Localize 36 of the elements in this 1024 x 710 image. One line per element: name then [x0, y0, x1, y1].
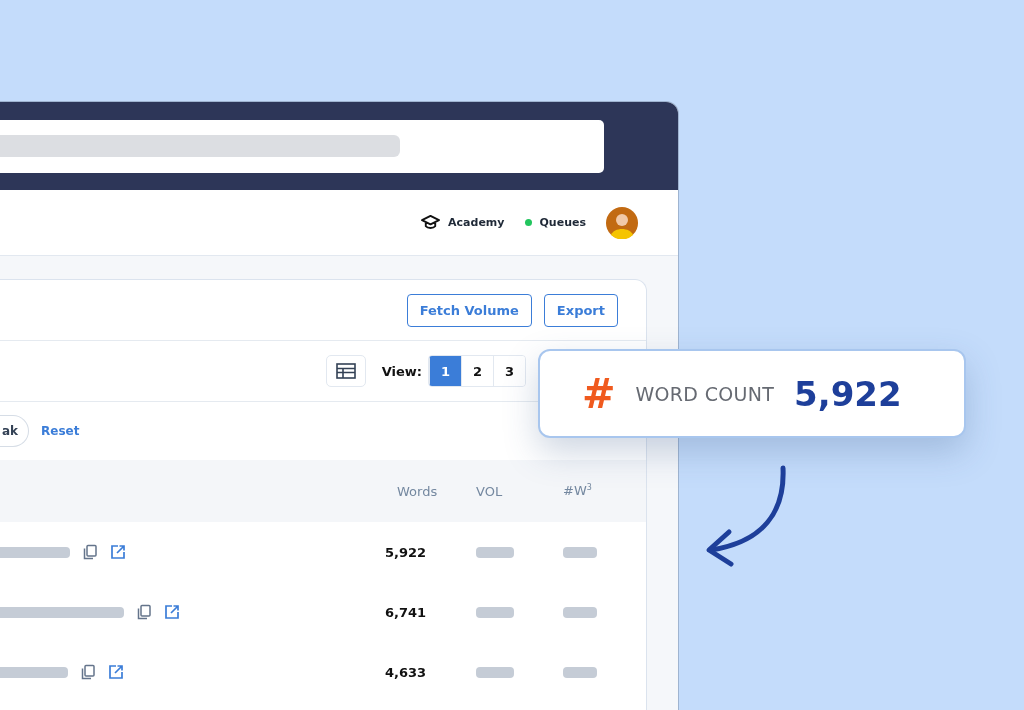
external-link-icon[interactable] — [110, 544, 126, 560]
placeholder-bar — [476, 606, 514, 618]
placeholder-bar — [563, 666, 597, 678]
table-icon — [335, 363, 356, 379]
table-view-button[interactable] — [325, 355, 366, 387]
placeholder-bar — [0, 666, 68, 678]
view-label: View: — [381, 363, 422, 379]
external-link-icon[interactable] — [164, 604, 180, 620]
graduation-cap-icon — [421, 214, 441, 231]
placeholder-bar — [563, 606, 597, 618]
column-header[interactable]: Words — [397, 483, 438, 499]
table-cell-text: 5,922 — [385, 544, 428, 560]
view-option[interactable]: 1 — [429, 356, 461, 386]
placeholder-bar — [0, 546, 70, 558]
nav-link[interactable]: Academy — [421, 214, 505, 231]
hash-symbol: # — [582, 370, 616, 417]
nav-link[interactable]: Queues — [524, 216, 586, 229]
placeholder-bar — [476, 546, 514, 558]
column-header[interactable]: #W$^{3}$ — [563, 483, 592, 499]
view-option[interactable]: 3 — [493, 356, 525, 386]
reset-link[interactable]: Reset — [41, 424, 80, 438]
copy-icon[interactable] — [80, 664, 96, 680]
column-header[interactable]: VOL — [476, 483, 503, 499]
placeholder-bar — [476, 666, 514, 678]
callout-value: 5,922 — [794, 373, 902, 414]
avatar-icon[interactable] — [606, 206, 638, 239]
outline-button[interactable]: Export — [543, 293, 618, 327]
copy-icon[interactable] — [82, 544, 98, 560]
outline-button[interactable]: Fetch Volume — [406, 293, 532, 327]
table-cell-text: 6,741 — [385, 604, 428, 620]
table-cell-text: 4,633 — [385, 664, 428, 680]
placeholder-bar — [563, 546, 597, 558]
external-link-icon[interactable] — [108, 664, 124, 680]
copy-icon[interactable] — [136, 604, 152, 620]
filter-chip[interactable]: ak — [0, 415, 30, 447]
callout-label: WORD COUNT — [635, 382, 775, 405]
